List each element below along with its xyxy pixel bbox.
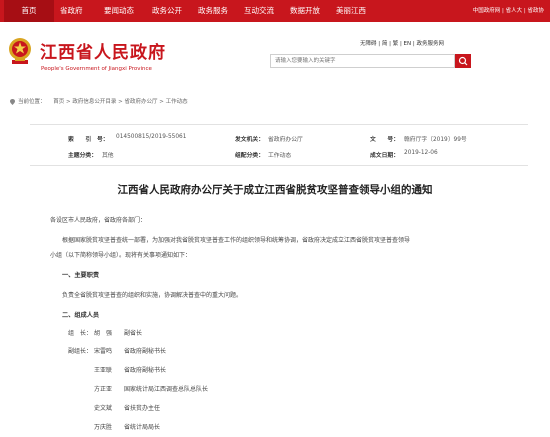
classification-label: 组配分类： bbox=[235, 153, 264, 159]
nav-interaction[interactable]: 互动交流 bbox=[244, 0, 274, 22]
search-button[interactable] bbox=[455, 54, 471, 68]
search-field[interactable] bbox=[270, 54, 455, 68]
member-title: 省统计局局长 bbox=[124, 424, 161, 431]
member-name: 胡 强 bbox=[94, 330, 113, 337]
section-title-members: 二、组成人员 bbox=[62, 312, 100, 319]
member-title: 国家统计局江西调查总队总队长 bbox=[124, 386, 209, 393]
doc-number-label: 文 号： bbox=[370, 137, 399, 143]
location-icon bbox=[10, 99, 15, 105]
member-title: 省政府副秘书长 bbox=[124, 348, 167, 355]
search-input[interactable] bbox=[271, 55, 454, 67]
member-role: 副组长： bbox=[68, 348, 93, 355]
search-icon bbox=[458, 56, 468, 66]
category-label: 主题分类： bbox=[68, 153, 97, 159]
classification-value: 工作动态 bbox=[268, 153, 292, 159]
member-title: 副省长 bbox=[124, 330, 143, 337]
document-title: 江西省人民政府办公厅关于成立江西省脱贫攻坚普查领导小组的通知 bbox=[117, 184, 433, 196]
document-metadata: 索 引 号： 014500815/2019-55061 发文机关： 省政府办公厅… bbox=[30, 124, 528, 166]
external-links[interactable]: 中国政府网 | 省人大 | 省政协 bbox=[473, 0, 544, 22]
nav-provincial-gov[interactable]: 省政府 bbox=[60, 0, 83, 22]
date-label: 成文日期： bbox=[370, 153, 399, 159]
member-name: 宋雷鸣 bbox=[94, 348, 113, 355]
member-title: 省扶贫办主任 bbox=[124, 405, 161, 412]
member-name: 方正亚 bbox=[94, 386, 113, 393]
intro-paragraph-line1: 根据国家脱贫攻坚普查统一部署，为加强对我省脱贫攻坚普查工作的组织领导和统筹协调，… bbox=[62, 237, 411, 244]
section-title-duties: 一、主要职责 bbox=[62, 272, 100, 279]
salutation: 各设区市人民政府，省政府各部门： bbox=[50, 217, 147, 224]
site-title: 江西省人民政府 bbox=[40, 43, 166, 63]
site-subtitle: People's Government of Jiangxi Province bbox=[41, 66, 152, 72]
date-value: 2019-12-06 bbox=[404, 150, 438, 156]
nav-gov-affairs[interactable]: 政务公开 bbox=[152, 0, 182, 22]
breadcrumb-prefix: 当前位置： bbox=[18, 99, 46, 105]
national-emblem-icon bbox=[9, 38, 31, 64]
nav-beautiful-jiangxi[interactable]: 美丽江西 bbox=[336, 0, 366, 22]
doc-number-value: 赣府厅字〔2019〕99号 bbox=[404, 137, 467, 143]
site-header: 江西省人民政府 People's Government of Jiangxi P… bbox=[0, 22, 550, 86]
category-value: 其他 bbox=[102, 153, 114, 159]
index-value: 014500815/2019-55061 bbox=[116, 134, 187, 140]
nav-home[interactable]: 首页 bbox=[4, 0, 54, 22]
nav-gov-services[interactable]: 政务服务 bbox=[198, 0, 228, 22]
nav-open-data[interactable]: 数据开放 bbox=[290, 0, 320, 22]
nav-news[interactable]: 要闻动态 bbox=[104, 0, 134, 22]
issuer-label: 发文机关： bbox=[235, 137, 264, 143]
member-title: 省政府副秘书长 bbox=[124, 367, 167, 374]
member-name: 万庆胜 bbox=[94, 424, 113, 431]
member-name: 王亚联 bbox=[94, 367, 113, 374]
index-label: 索 引 号： bbox=[68, 137, 109, 143]
top-nav-bar: 首页 省政府 要闻动态 政务公开 政务服务 互动交流 数据开放 美丽江西 中国政… bbox=[0, 0, 550, 22]
member-role: 组 长： bbox=[68, 330, 93, 337]
utility-links[interactable]: 无障碍 | 简 | 繁 | EN | 政务服务网 bbox=[360, 39, 444, 47]
breadcrumb-trail[interactable]: 首页 > 政府信息公开目录 > 省政府办公厅 > 工作动态 bbox=[53, 99, 187, 105]
breadcrumb: 当前位置： 首页 > 政府信息公开目录 > 省政府办公厅 > 工作动态 bbox=[0, 95, 550, 109]
intro-paragraph-line2: 小组（以下简称领导小组）。现将有关事项通知如下： bbox=[50, 252, 192, 259]
member-name: 史文斌 bbox=[94, 405, 113, 412]
duties-text: 负责全省脱贫攻坚普查的组织和实施，协调解决普查中的重大问题。 bbox=[62, 292, 243, 299]
issuer-value: 省政府办公厅 bbox=[268, 137, 303, 143]
